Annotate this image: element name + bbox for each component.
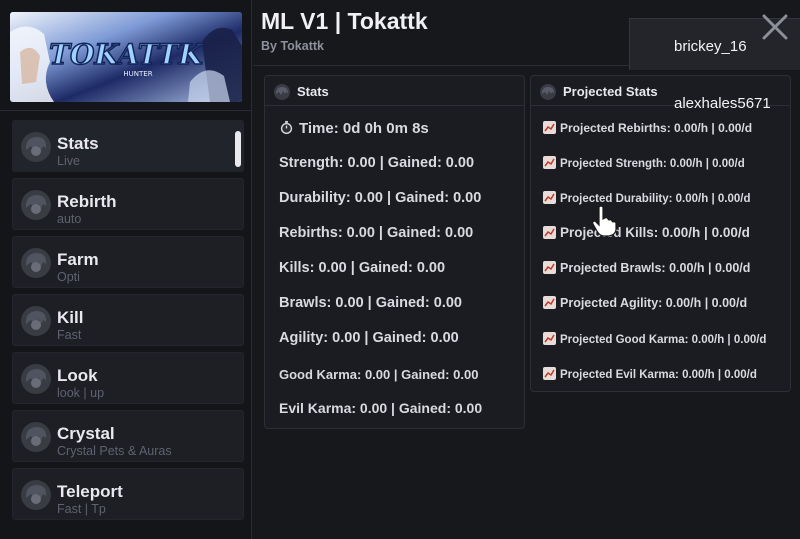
sidebar-divider <box>0 110 252 111</box>
chart-increasing-icon <box>543 121 556 134</box>
app-title: ML V1 | Tokattk <box>261 8 428 34</box>
projected-stats-panel: Projected Stats Projected Rebirths: 0.00… <box>530 75 791 392</box>
sidebar: TOKATTK HUNTER Stats Live Rebirth auto F… <box>0 0 252 539</box>
projected-row-durability: Projected Durability: 0.00/h | 0.00/d <box>543 191 750 205</box>
character-avatar-icon <box>21 306 51 336</box>
stat-row-durability: Durability: 0.00 | Gained: 0.00 <box>279 190 482 206</box>
sidebar-item-sublabel: auto <box>57 212 82 226</box>
sidebar-item-sublabel: Opti <box>57 270 80 284</box>
stat-row-strength: Strength: 0.00 | Gained: 0.00 <box>279 155 475 171</box>
character-avatar-icon <box>21 422 51 452</box>
sidebar-item-sublabel: Live <box>57 154 80 168</box>
sidebar-item-stats[interactable]: Stats Live <box>12 120 244 172</box>
time-row: Time: 0d 0h 0m 8s <box>279 120 429 137</box>
character-avatar-icon <box>21 190 51 220</box>
projected-row-brawls: Projected Brawls: 0.00/h | 0.00/d <box>543 261 750 275</box>
stats-panel-header: Stats <box>265 76 524 106</box>
projected-panel-title: Projected Stats <box>563 84 658 99</box>
projected-row-text: Projected Kills: 0.00/h | 0.00/d <box>560 225 750 240</box>
projected-row-kills: Projected Kills: 0.00/h | 0.00/d <box>543 225 750 240</box>
banner-logo-text: TOKATTK <box>49 38 204 71</box>
chart-increasing-icon <box>543 156 556 169</box>
stat-row-kills: Kills: 0.00 | Gained: 0.00 <box>279 260 446 276</box>
sidebar-item-farm[interactable]: Farm Opti <box>12 236 244 288</box>
chart-increasing-icon <box>543 367 556 380</box>
sidebar-item-label: Stats <box>57 134 99 153</box>
projected-row-text: Projected Agility: 0.00/h | 0.00/d <box>560 296 748 310</box>
projected-row-agility: Projected Agility: 0.00/h | 0.00/d <box>543 296 747 310</box>
projected-row-rebirths: Projected Rebirths: 0.00/h | 0.00/d <box>543 121 752 135</box>
stats-panel-title: Stats <box>297 84 329 99</box>
sidebar-item-label: Kill <box>57 308 84 327</box>
stopwatch-icon <box>280 120 293 135</box>
time-value: Time: 0d 0h 0m 8s <box>299 120 429 137</box>
close-icon[interactable] <box>758 10 792 44</box>
projected-row-good-karma: Projected Good Karma: 0.00/h | 0.00/d <box>543 332 766 346</box>
sidebar-item-look[interactable]: Look look | up <box>12 352 244 404</box>
projected-row-strength: Projected Strength: 0.00/h | 0.00/d <box>543 156 745 170</box>
sidebar-item-sublabel: Fast | Tp <box>57 502 106 516</box>
sidebar-item-label: Rebirth <box>57 192 117 211</box>
sidebar-item-kill[interactable]: Kill Fast <box>12 294 244 346</box>
banner-image: TOKATTK HUNTER <box>10 12 242 102</box>
banner-logo-subtext: HUNTER <box>123 70 152 78</box>
active-indicator <box>235 131 241 167</box>
character-avatar-icon <box>21 480 51 510</box>
toast-username-2: alexhales5671 <box>674 95 771 112</box>
app-window: TOKATTK HUNTER Stats Live Rebirth auto F… <box>0 0 800 539</box>
sidebar-item-sublabel: look | up <box>57 386 105 400</box>
sidebar-item-label: Teleport <box>57 482 123 501</box>
stat-row-evil-karma: Evil Karma: 0.00 | Gained: 0.00 <box>279 400 483 416</box>
stat-row-brawls: Brawls: 0.00 | Gained: 0.00 <box>279 295 462 311</box>
chart-increasing-icon <box>543 226 556 239</box>
toast-username-1: brickey_16 <box>674 38 747 55</box>
sidebar-item-label: Farm <box>57 250 99 269</box>
character-avatar-icon <box>21 248 51 278</box>
sidebar-item-sublabel: Crystal Pets & Auras <box>57 444 172 458</box>
character-avatar-icon <box>21 132 51 162</box>
projected-row-text: Projected Strength: 0.00/h | 0.00/d <box>560 158 745 170</box>
sidebar-item-rebirth[interactable]: Rebirth auto <box>12 178 244 230</box>
character-avatar-icon <box>274 84 290 100</box>
projected-row-text: Projected Evil Karma: 0.00/h | 0.00/d <box>560 369 757 381</box>
app-subtitle: By Tokattk <box>261 39 324 53</box>
character-avatar-icon <box>540 84 556 100</box>
projected-row-text: Projected Rebirths: 0.00/h | 0.00/d <box>560 121 753 135</box>
projected-row-evil-karma: Projected Evil Karma: 0.00/h | 0.00/d <box>543 367 757 381</box>
projected-row-text: Projected Good Karma: 0.00/h | 0.00/d <box>560 334 767 346</box>
sidebar-item-teleport[interactable]: Teleport Fast | Tp <box>12 468 244 520</box>
chart-increasing-icon <box>543 296 556 309</box>
stat-row-agility: Agility: 0.00 | Gained: 0.00 <box>279 330 459 346</box>
stats-panel: Stats Time: 0d 0h 0m 8s Strength: 0.00 |… <box>264 75 525 429</box>
chart-increasing-icon <box>543 332 556 345</box>
sidebar-nav: Stats Live Rebirth auto Farm Opti Kill F… <box>12 120 244 526</box>
banner-art: TOKATTK HUNTER <box>10 12 242 102</box>
sidebar-item-sublabel: Fast <box>57 328 82 342</box>
projected-row-text: Projected Brawls: 0.00/h | 0.00/d <box>560 261 751 275</box>
sidebar-item-label: Look <box>57 366 98 385</box>
stat-row-rebirths: Rebirths: 0.00 | Gained: 0.00 <box>279 225 474 241</box>
character-avatar-icon <box>21 364 51 394</box>
sidebar-item-label: Crystal <box>57 424 115 443</box>
chart-increasing-icon <box>543 191 556 204</box>
stat-row-good-karma: Good Karma: 0.00 | Gained: 0.00 <box>279 367 479 382</box>
sidebar-item-crystal[interactable]: Crystal Crystal Pets & Auras <box>12 410 244 462</box>
projected-row-text: Projected Durability: 0.00/h | 0.00/d <box>560 193 751 205</box>
chart-increasing-icon <box>543 261 556 274</box>
